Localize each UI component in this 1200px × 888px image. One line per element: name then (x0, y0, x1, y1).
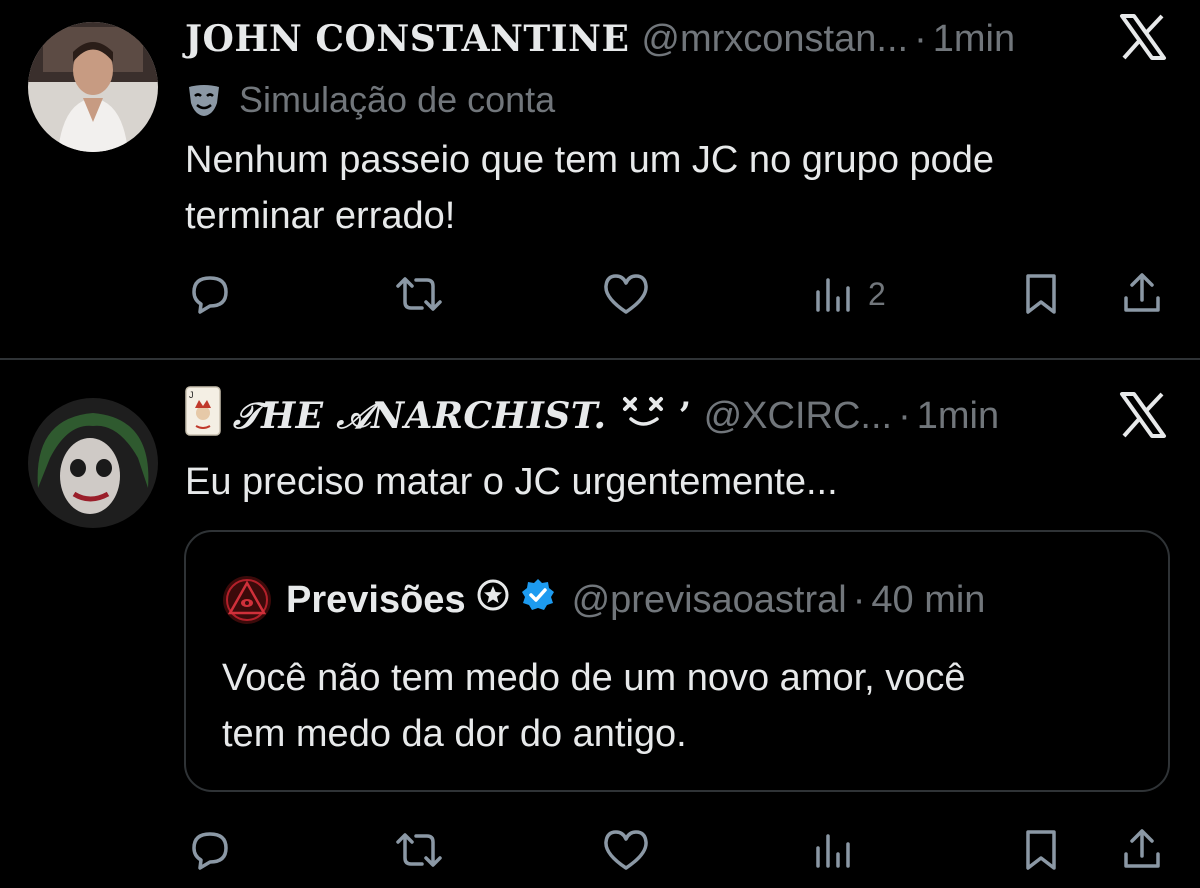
share-button[interactable] (1118, 264, 1166, 324)
quote-avatar[interactable] (222, 575, 272, 625)
x-eyes-emoji-icon (619, 391, 669, 441)
quoted-handle[interactable]: @previsaoastral (572, 579, 847, 622)
tweet-text: Eu preciso matar o JC urgentemente... (185, 461, 838, 503)
x-logo-icon (1118, 12, 1168, 62)
separator: · (914, 17, 927, 60)
theater-mask-icon (189, 85, 219, 116)
reply-icon (192, 276, 228, 314)
retweet-icon (396, 833, 442, 867)
joker-card-emoji-icon: J (185, 386, 221, 446)
verified-badge-icon (520, 577, 556, 623)
separator: · (852, 578, 866, 621)
views-button[interactable] (812, 820, 856, 880)
retweet-icon (396, 277, 442, 311)
action-bar (0, 820, 1200, 880)
quoted-tweet-header: Previsões @previsaoastral · 40 min (222, 572, 985, 628)
views-button[interactable]: 2 (812, 264, 886, 324)
reply-icon (192, 832, 228, 870)
share-icon (1124, 829, 1160, 868)
heart-icon (604, 274, 648, 314)
share-button[interactable] (1118, 820, 1166, 880)
display-name[interactable]: 𝒯HE 𝒜NARCHIST. (233, 395, 607, 438)
timestamp[interactable]: 1min (917, 395, 999, 438)
tweet-header: J 𝒯HE 𝒜NARCHIST. ’ @XCIRC... · 1min (185, 386, 999, 446)
retweet-button[interactable] (392, 820, 446, 880)
quoted-tweet[interactable]: Previsões @previsaoastral · 40 min Você … (184, 530, 1170, 792)
share-icon (1124, 273, 1160, 312)
avatar[interactable] (28, 398, 158, 528)
display-name-suffix: ’ (678, 395, 692, 437)
tweet-1[interactable]: JOHN CONSTANTINE @mrxconstan... · 1min S… (0, 0, 1200, 358)
display-name[interactable]: JOHN CONSTANTINE (185, 18, 629, 60)
bookmark-icon (1026, 274, 1056, 314)
views-count: 2 (868, 275, 886, 312)
views-icon (816, 278, 850, 312)
tweet-text-line: Nenhum passeio que tem um JC no grupo po… (185, 139, 995, 181)
quoted-text-line: tem medo da dor do antigo. (222, 713, 687, 755)
heart-icon (604, 830, 648, 870)
star-badge-icon (476, 578, 510, 622)
avatar[interactable] (28, 22, 158, 152)
tweet-text-line: terminar errado! (185, 195, 456, 237)
separator: · (898, 394, 911, 437)
tweet-header: JOHN CONSTANTINE @mrxconstan... · 1min (185, 9, 1015, 69)
tweet-2[interactable]: J 𝒯HE 𝒜NARCHIST. ’ @XCIRC... · 1min Eu p… (0, 360, 1200, 888)
quoted-text-line: Você não tem medo de um novo amor, você (222, 657, 966, 699)
tweet-text: Nenhum passeio que tem um JC no grupo po… (185, 132, 1165, 244)
quoted-display-name[interactable]: Previsões (286, 579, 466, 622)
retweet-button[interactable] (392, 264, 446, 324)
like-button[interactable] (601, 264, 651, 324)
reply-button[interactable] (186, 264, 234, 324)
views-icon (816, 834, 850, 868)
reply-button[interactable] (186, 820, 234, 880)
bookmark-button[interactable] (1020, 820, 1062, 880)
timestamp[interactable]: 1min (933, 18, 1015, 61)
svg-text:J: J (189, 390, 194, 400)
handle[interactable]: @XCIRC... (704, 395, 892, 438)
account-label-text: Simulação de conta (239, 79, 556, 120)
action-bar: 2 (0, 264, 1200, 324)
quoted-tweet-text: Você não tem medo de um novo amor, você … (222, 650, 1142, 762)
bookmark-button[interactable] (1020, 264, 1062, 324)
handle[interactable]: @mrxconstan... (641, 18, 908, 61)
account-label: Simulação de conta (185, 76, 555, 124)
quoted-timestamp[interactable]: 40 min (871, 579, 985, 622)
like-button[interactable] (601, 820, 651, 880)
bookmark-icon (1026, 830, 1056, 870)
x-logo-icon (1118, 390, 1168, 440)
